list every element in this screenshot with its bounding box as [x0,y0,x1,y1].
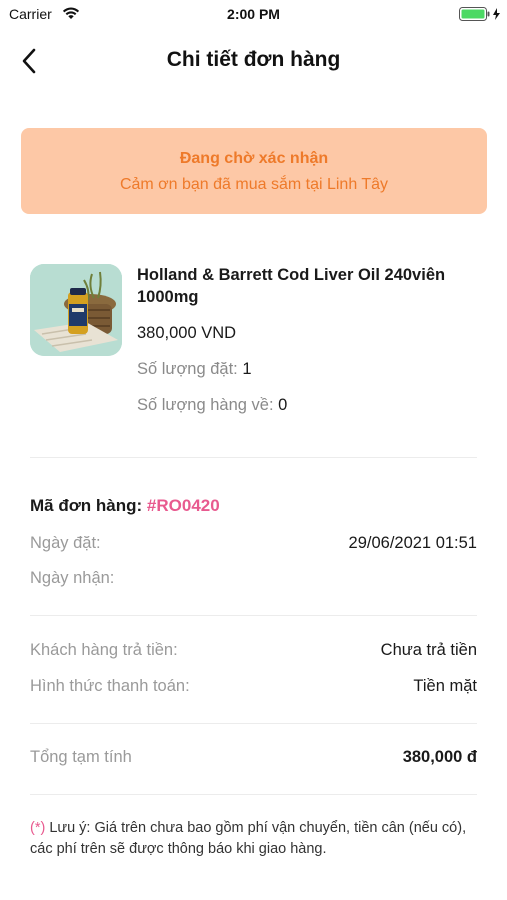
received-quantity-label: Số lượng hàng về: [137,396,274,414]
divider [30,723,477,724]
order-date-value: 29/06/2021 01:51 [348,534,477,552]
order-date-label: Ngày đặt: [30,534,101,552]
payment-method-value: Tiền mặt [413,677,477,695]
subtotal-label: Tổng tạm tính [30,748,132,766]
thank-you-message: Cảm ơn bạn đã mua sắm tại Linh Tây [119,176,389,193]
divider [30,457,477,458]
clock: 2:00 PM [227,6,280,22]
note-asterisk: (*) [30,820,46,836]
receive-date-row: Ngày nhận: [30,569,477,593]
divider [30,794,477,795]
note-text: Lưu ý: Giá trên chưa bao gồm phí vận chu… [30,820,467,857]
order-date-row: Ngày đặt: 29/06/2021 01:51 [30,534,477,558]
subtotal-value: 380,000 đ [402,748,477,766]
order-status-banner: Đang chờ xác nhận Cảm ơn bạn đã mua sắm … [21,128,487,214]
product-item[interactable]: Holland & Barrett Cod Liver Oil 240viên … [30,262,480,422]
ordered-quantity: Số lượng đặt: 1 [137,360,252,379]
customer-payment-label: Khách hàng trả tiền: [30,641,178,659]
customer-payment-row: Khách hàng trả tiền: Chưa trả tiền [30,641,477,665]
page-title: Chi tiết đơn hàng [166,48,341,71]
received-quantity: Số lượng hàng về: 0 [137,396,287,415]
payment-method-row: Hình thức thanh toán: Tiền mặt [30,677,477,701]
subtotal-row: Tổng tạm tính 380,000 đ [30,748,477,772]
order-code: Mã đơn hàng: #RO0420 [30,496,220,516]
customer-payment-status: Chưa trả tiền [380,641,477,659]
ordered-quantity-label: Số lượng đặt: [137,360,238,378]
received-quantity-value: 0 [278,396,288,414]
divider [30,615,477,616]
product-price: 380,000 VND [137,324,237,342]
product-image [30,264,122,356]
ordered-quantity-value: 1 [242,360,252,378]
order-status-title: Đang chờ xác nhận [179,150,329,167]
navigation-bar: Chi tiết đơn hàng [0,38,507,84]
order-code-label: Mã đơn hàng: [30,496,143,515]
receive-date-label: Ngày nhận: [30,569,115,587]
shipping-note: (*) Lưu ý: Giá trên chưa bao gồm phí vận … [30,818,480,860]
product-name: Holland & Barrett Cod Liver Oil 240viên … [137,266,446,306]
order-code-value[interactable]: #RO0420 [147,496,220,515]
payment-method-label: Hình thức thanh toán: [30,677,190,695]
battery-icon [459,7,503,26]
status-bar: Carrier 2:00 PM [0,0,507,28]
